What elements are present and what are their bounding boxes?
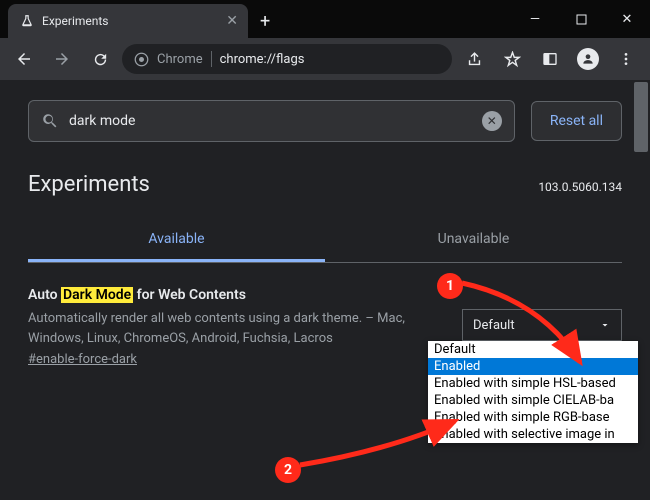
option-cielab[interactable]: Enabled with simple CIELAB-ba	[428, 392, 638, 409]
chrome-icon	[134, 52, 149, 67]
flag-description: Automatically render all web contents us…	[28, 309, 446, 348]
tab-available[interactable]: Available	[28, 219, 325, 262]
annotation-badge-2: 2	[275, 457, 301, 483]
option-rgb[interactable]: Enabled with simple RGB-base	[428, 409, 638, 426]
flag-tabs: Available Unavailable	[28, 219, 622, 263]
menu-icon[interactable]	[610, 43, 642, 75]
search-icon	[41, 112, 59, 130]
page-content: ✕ Reset all Experiments 103.0.5060.134 A…	[0, 80, 650, 500]
flask-icon	[20, 14, 34, 28]
share-icon[interactable]	[458, 43, 490, 75]
window-minimize-button[interactable]: —	[512, 0, 558, 38]
flag-title: Auto Dark Mode for Web Contents	[28, 287, 446, 303]
option-enabled[interactable]: Enabled	[428, 358, 638, 375]
clear-search-icon[interactable]: ✕	[482, 111, 502, 131]
tab-close-icon[interactable]: ✕	[226, 13, 238, 29]
window-controls: — ✕	[512, 0, 650, 38]
browser-tab[interactable]: Experiments ✕	[8, 4, 248, 38]
url-path: chrome://flags	[220, 52, 305, 67]
forward-button[interactable]	[46, 43, 78, 75]
url-separator	[211, 51, 212, 67]
search-input[interactable]	[69, 113, 472, 129]
reload-button[interactable]	[84, 43, 116, 75]
flag-title-prefix: Auto	[28, 287, 61, 303]
option-selective[interactable]: Enabled with selective image in	[428, 426, 638, 443]
flag-item: Auto Dark Mode for Web Contents Automati…	[28, 287, 622, 367]
chevron-down-icon	[599, 319, 611, 331]
tab-title: Experiments	[42, 14, 218, 28]
annotation-badge-1: 1	[437, 273, 463, 299]
option-default[interactable]: Default	[428, 341, 638, 358]
back-button[interactable]	[8, 43, 40, 75]
window-titlebar: Experiments ✕ + — ✕	[0, 0, 650, 38]
reset-all-button[interactable]: Reset all	[531, 101, 622, 141]
flag-title-suffix: for Web Contents	[133, 287, 246, 303]
profile-avatar[interactable]	[572, 43, 604, 75]
new-tab-button[interactable]: +	[260, 11, 270, 32]
window-maximize-button[interactable]	[558, 0, 604, 38]
address-bar[interactable]: Chrome chrome://flags	[122, 44, 452, 74]
version-label: 103.0.5060.134	[538, 180, 622, 194]
option-hsl[interactable]: Enabled with simple HSL-based	[428, 375, 638, 392]
browser-toolbar: Chrome chrome://flags	[0, 38, 650, 80]
page-title: Experiments	[28, 172, 150, 197]
tab-unavailable[interactable]: Unavailable	[325, 219, 622, 262]
bookmark-icon[interactable]	[496, 43, 528, 75]
flag-permalink[interactable]: #enable-force-dark	[28, 352, 137, 367]
flag-select[interactable]: Default	[462, 309, 622, 341]
side-panel-icon[interactable]	[534, 43, 566, 75]
flag-title-highlight: Dark Mode	[61, 287, 133, 303]
flag-dropdown: Default Enabled Enabled with simple HSL-…	[428, 341, 638, 443]
search-box[interactable]: ✕	[28, 100, 515, 142]
scrollbar-thumb[interactable]	[634, 82, 648, 152]
flag-select-value: Default	[473, 318, 515, 333]
url-scheme: Chrome	[157, 52, 203, 67]
window-close-button[interactable]: ✕	[604, 0, 650, 38]
